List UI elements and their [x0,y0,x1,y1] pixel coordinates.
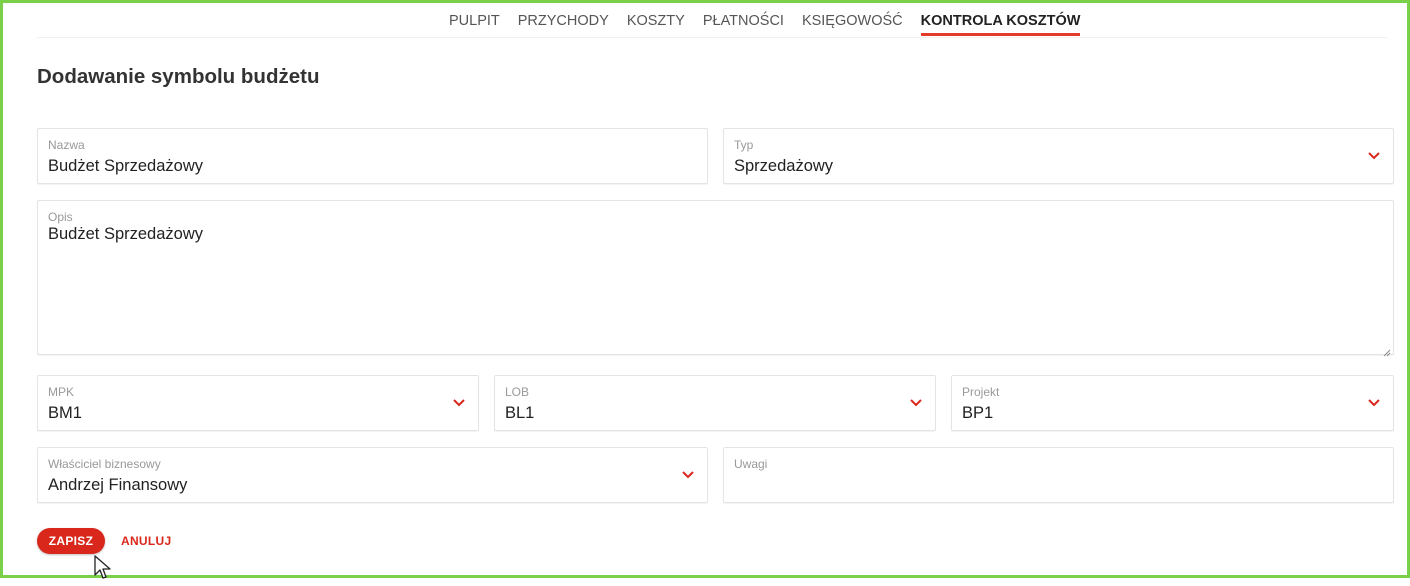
mpk-value: BM1 [48,404,82,422]
projekt-value: BP1 [962,404,994,422]
chevron-down-icon[interactable] [681,470,695,480]
mouse-pointer-icon [93,555,113,581]
uwagi-label: Uwagi [734,457,768,471]
uwagi-field[interactable]: Uwagi [723,447,1394,503]
lob-value: BL1 [505,404,535,422]
nazwa-label: Nazwa [48,138,85,152]
app-window: PULPIT PRZYCHODY KOSZTY PŁATNOŚCI KSIĘGO… [0,0,1410,581]
nazwa-value: Budżet Sprzedażowy [48,157,204,175]
nav-item-koszty[interactable]: KOSZTY [627,13,685,36]
opis-label: Opis [48,210,73,224]
nav-item-pulpit[interactable]: PULPIT [449,13,500,36]
lob-select[interactable]: LOB BL1 [494,375,936,431]
wlasciciel-label: Właściciel biznesowy [48,457,161,471]
opis-textarea[interactable]: Opis Budżet Sprzedażowy [37,200,1394,357]
wlasciciel-select[interactable]: Właściciel biznesowy Andrzej Finansowy [37,447,708,503]
projekt-select[interactable]: Projekt BP1 [951,375,1394,431]
wlasciciel-value: Andrzej Finansowy [48,476,188,494]
typ-select[interactable]: Typ Sprzedażowy [723,128,1394,184]
save-button[interactable]: ZAPISZ [37,528,105,554]
nav-item-ksiegowosc[interactable]: KSIĘGOWOŚĆ [802,13,903,36]
cancel-button[interactable]: ANULUJ [121,534,171,548]
lob-label: LOB [505,385,530,399]
chevron-down-icon[interactable] [452,398,466,408]
main-nav: PULPIT PRZYCHODY KOSZTY PŁATNOŚCI KSIĘGO… [449,13,1081,36]
nazwa-field[interactable]: Nazwa Budżet Sprzedażowy [37,128,708,184]
typ-value: Sprzedażowy [734,157,834,175]
projekt-label: Projekt [962,385,1000,399]
chevron-down-icon[interactable] [909,398,923,408]
resize-handle-icon[interactable] [1383,344,1391,357]
nav-item-kontrola-kosztow[interactable]: KONTROLA KOSZTÓW [920,13,1081,36]
typ-label: Typ [734,138,754,152]
nav-item-platnosci[interactable]: PŁATNOŚCI [703,13,784,36]
opis-value: Budżet Sprzedażowy [48,225,204,243]
page-title: Dodawanie symbolu budżetu [37,65,320,88]
mpk-label: MPK [48,385,75,399]
nav-divider [37,37,1387,38]
chevron-down-icon[interactable] [1367,398,1381,408]
mpk-select[interactable]: MPK BM1 [37,375,479,431]
nav-item-przychody[interactable]: PRZYCHODY [518,13,609,36]
chevron-down-icon[interactable] [1367,151,1381,161]
